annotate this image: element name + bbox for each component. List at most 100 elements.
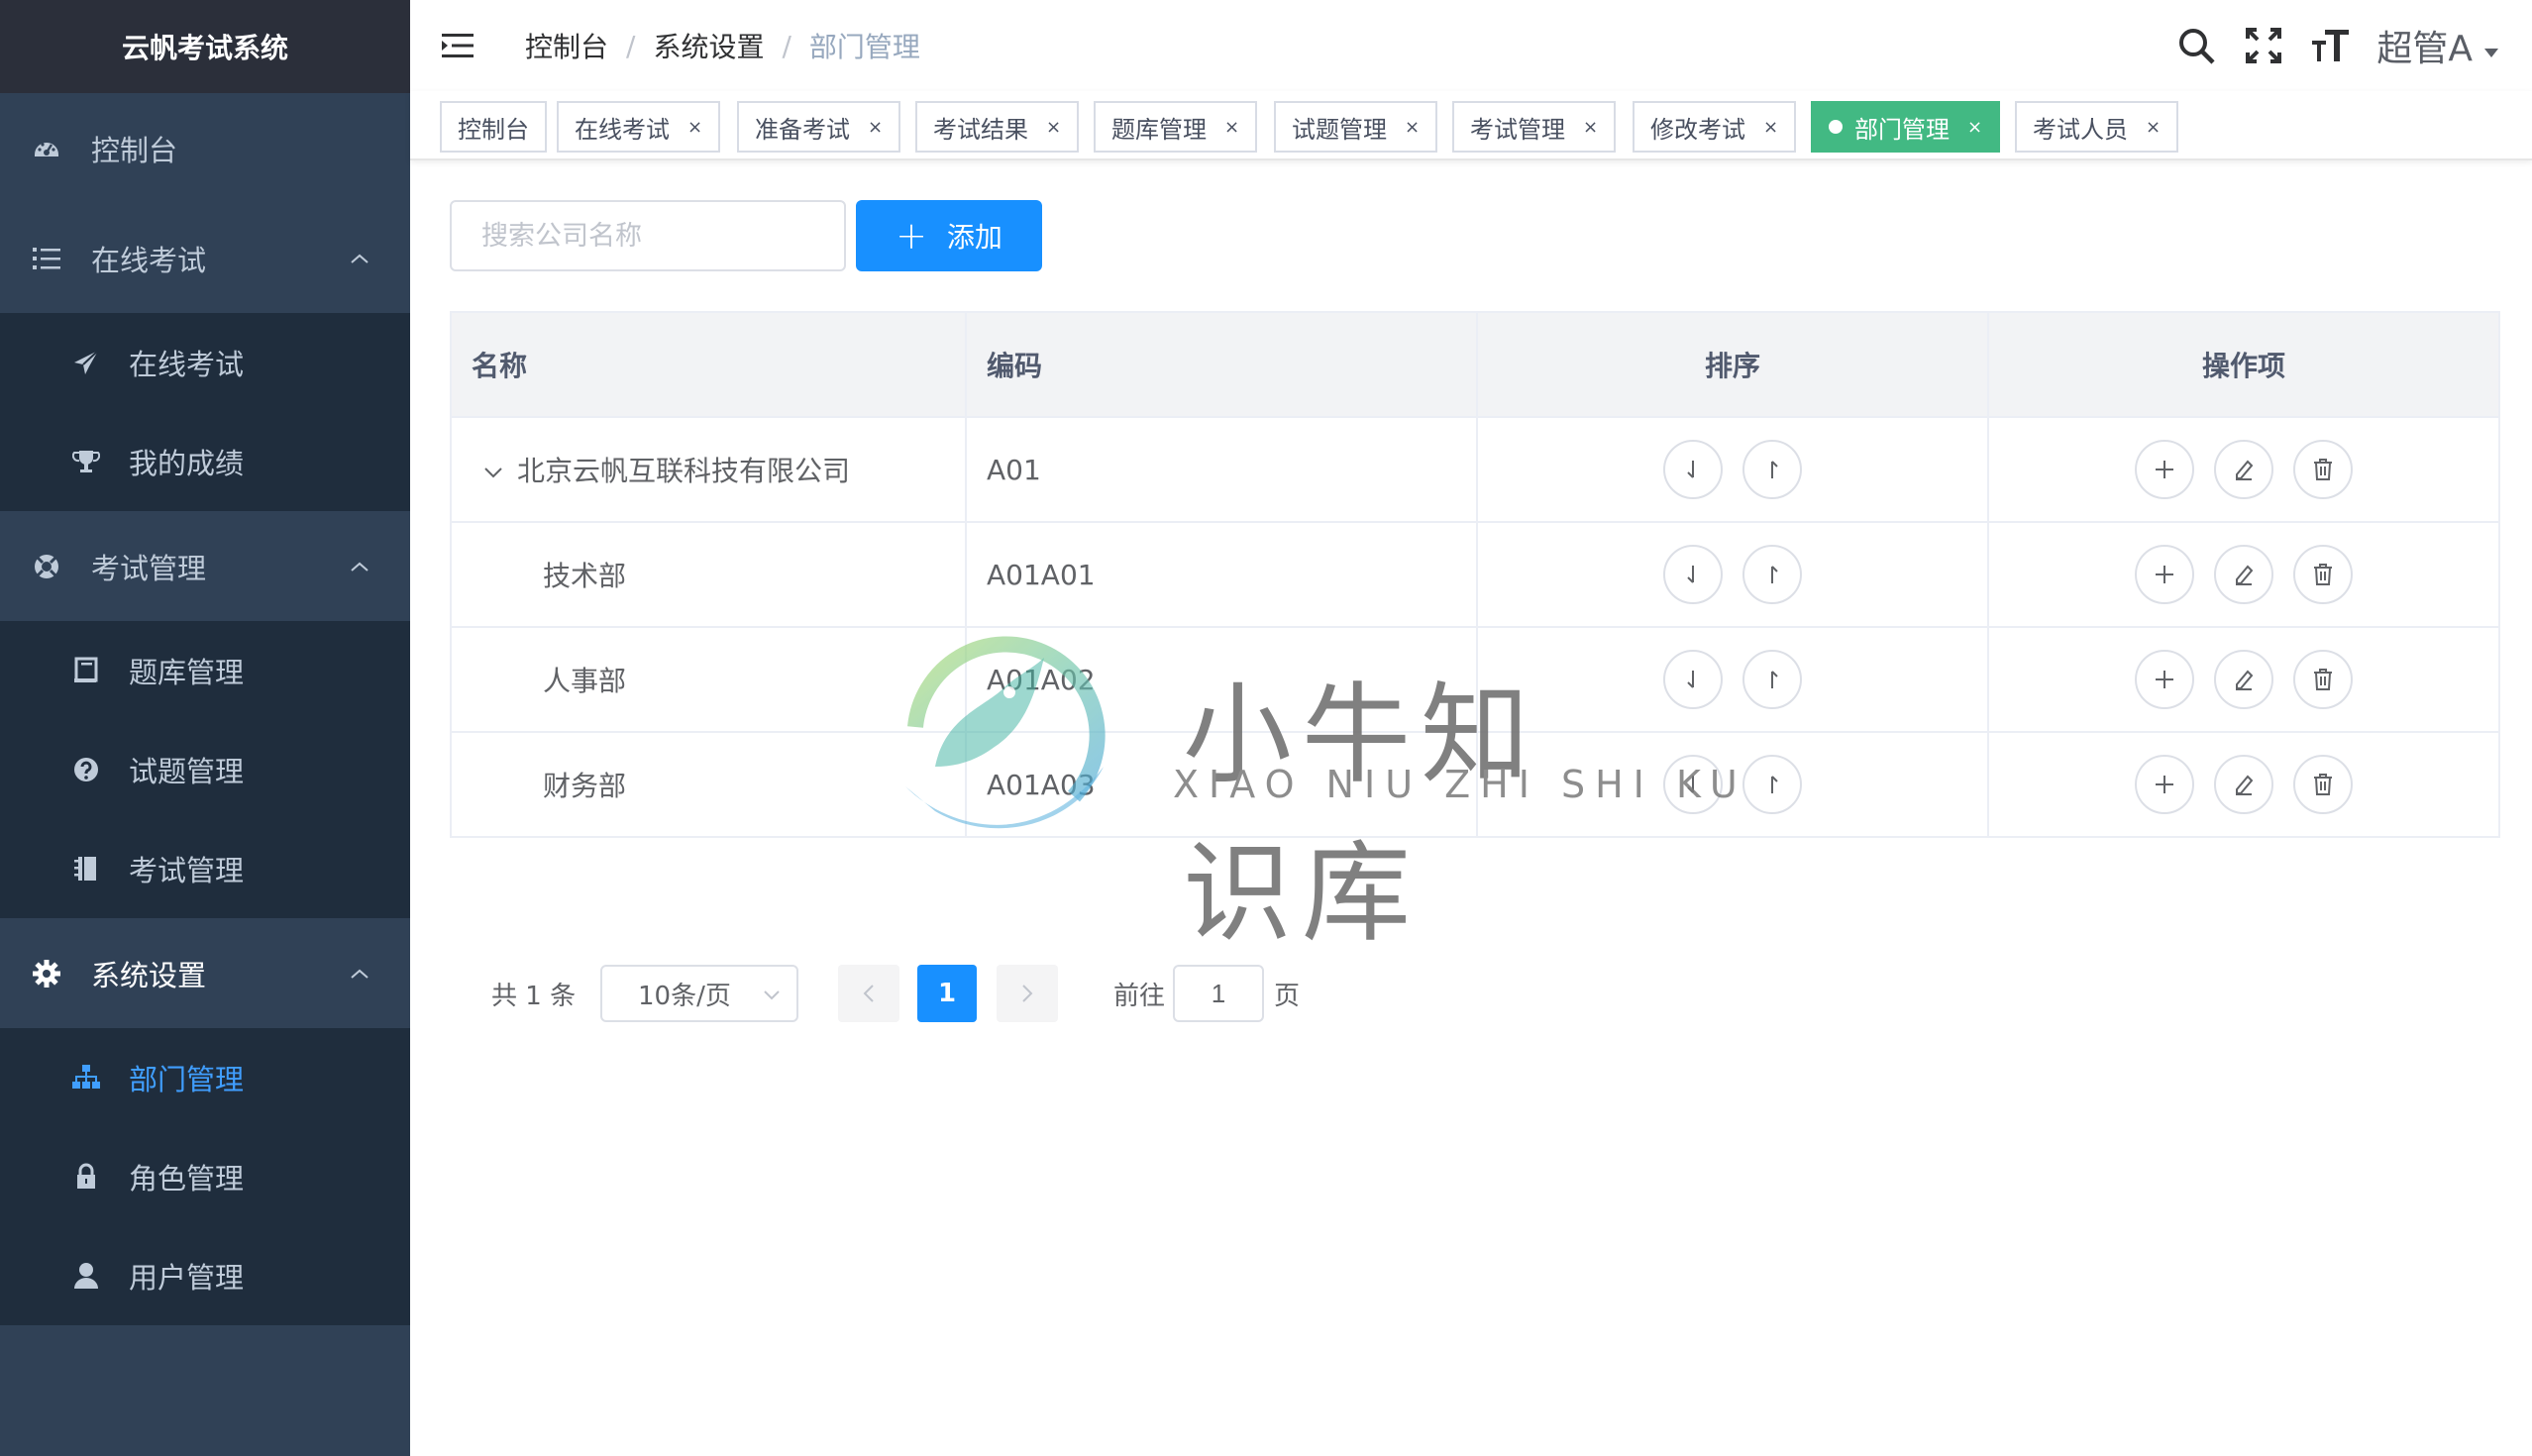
cell-sort: [1476, 416, 1989, 523]
sidebar-item-my-scores[interactable]: 我的成绩: [0, 412, 410, 511]
table-row: 北京云帆互联科技有限公司 A01: [450, 416, 2500, 523]
delete-button[interactable]: [2293, 545, 2353, 604]
tag-exam-results[interactable]: 考试结果 ×: [915, 101, 1080, 153]
cell-actions: [1987, 416, 2500, 523]
page-number-current[interactable]: 1: [917, 965, 977, 1022]
sidebar-item-label: 考试管理: [129, 854, 245, 887]
user-name: 超管A: [2376, 29, 2473, 69]
edit-button[interactable]: [2214, 440, 2273, 499]
sidebar: 云帆考试系统 控制台 在线考试 在线考试 我的成绩 考试管理 题库管理 试题管理…: [0, 0, 410, 1456]
tag-label: 控制台: [458, 115, 529, 144]
breadcrumb-item[interactable]: 系统设置: [653, 26, 764, 65]
close-icon[interactable]: ×: [1046, 117, 1061, 138]
close-icon[interactable]: ×: [1405, 117, 1420, 138]
sort-up-button[interactable]: [1742, 545, 1802, 604]
goto-page-input[interactable]: [1173, 965, 1264, 1022]
add-button[interactable]: + 添加: [856, 200, 1042, 271]
close-icon[interactable]: ×: [868, 117, 883, 138]
list-icon: [32, 244, 61, 273]
fullscreen-icon[interactable]: [2242, 24, 2285, 67]
dashboard-icon: [32, 134, 61, 163]
prev-page-button[interactable]: [838, 965, 899, 1022]
column-header-sort: 排序: [1476, 311, 1989, 418]
table-row: 技术部 A01A01: [450, 521, 2500, 628]
tag-question-bank[interactable]: 题库管理 ×: [1094, 101, 1258, 153]
sidebar-item-label: 在线考试: [91, 243, 207, 277]
column-header-name: 名称: [450, 311, 967, 418]
search-input[interactable]: [450, 200, 846, 271]
tag-questions[interactable]: 试题管理 ×: [1274, 101, 1438, 153]
close-icon[interactable]: ×: [687, 117, 702, 138]
tag-label: 准备考试: [755, 115, 850, 144]
cell-name: 北京云帆互联科技有限公司: [450, 416, 967, 523]
breadcrumb-separator: /: [626, 29, 636, 62]
sidebar-item-roles[interactable]: 角色管理: [0, 1127, 410, 1226]
tag-prepare-exam[interactable]: 准备考试 ×: [737, 101, 901, 153]
tag-label: 修改考试: [1650, 115, 1745, 144]
sidebar-item-online-exam-sub[interactable]: 在线考试: [0, 313, 410, 412]
close-icon[interactable]: ×: [1967, 117, 1982, 138]
breadcrumb: 控制台 / 系统设置 / 部门管理: [525, 26, 920, 65]
tag-exam-staff[interactable]: 考试人员 ×: [2015, 101, 2179, 153]
add-child-button[interactable]: [2135, 545, 2194, 604]
sidebar-item-label: 试题管理: [129, 755, 245, 788]
sort-up-button[interactable]: [1742, 755, 1802, 814]
breadcrumb-item[interactable]: 控制台: [525, 26, 608, 65]
sidebar-item-questions[interactable]: 试题管理: [0, 720, 410, 819]
close-icon[interactable]: ×: [1583, 117, 1598, 138]
delete-button[interactable]: [2293, 440, 2353, 499]
sidebar-item-exam-management[interactable]: 考试管理: [0, 511, 410, 621]
cell-name: 人事部: [450, 626, 967, 733]
chevron-down-icon[interactable]: [481, 461, 505, 484]
hamburger-icon[interactable]: [442, 31, 475, 60]
page-unit-label: 页: [1274, 981, 1301, 1011]
user-icon: [71, 1261, 101, 1291]
sidebar-item-exams[interactable]: 考试管理: [0, 819, 410, 918]
sidebar-item-system-settings[interactable]: 系统设置: [0, 918, 410, 1028]
chevron-up-icon: [349, 963, 370, 985]
sidebar-item-departments[interactable]: 部门管理: [0, 1028, 410, 1127]
tag-online-exam[interactable]: 在线考试 ×: [557, 101, 721, 153]
close-icon[interactable]: ×: [1224, 117, 1239, 138]
edit-button[interactable]: [2214, 650, 2273, 709]
cell-sort: [1476, 626, 1989, 733]
tag-exams[interactable]: 考试管理 ×: [1452, 101, 1617, 153]
chevron-up-icon: [349, 556, 370, 577]
sort-down-button[interactable]: [1663, 440, 1723, 499]
sort-down-button[interactable]: [1663, 545, 1723, 604]
sort-down-button[interactable]: [1663, 755, 1723, 814]
column-header-code: 编码: [965, 311, 1478, 418]
edit-button[interactable]: [2214, 545, 2273, 604]
user-menu[interactable]: 超管A: [2376, 20, 2500, 71]
font-size-icon[interactable]: [2309, 24, 2353, 67]
sort-up-button[interactable]: [1742, 650, 1802, 709]
gear-icon: [32, 959, 61, 988]
cell-actions: [1987, 731, 2500, 838]
cell-code: A01A02: [965, 626, 1478, 733]
tag-departments[interactable]: 部门管理 ×: [1811, 101, 2001, 153]
delete-button[interactable]: [2293, 650, 2353, 709]
add-child-button[interactable]: [2135, 650, 2194, 709]
page-size-select[interactable]: 10条/页: [600, 965, 798, 1022]
tag-edit-exam[interactable]: 修改考试 ×: [1633, 101, 1797, 153]
sidebar-item-dashboard[interactable]: 控制台: [0, 93, 410, 203]
add-child-button[interactable]: [2135, 440, 2194, 499]
next-page-button[interactable]: [997, 965, 1058, 1022]
table-row: 人事部 A01A02: [450, 626, 2500, 733]
tag-label: 考试管理: [1470, 115, 1565, 144]
tag-dashboard[interactable]: 控制台: [440, 101, 547, 153]
delete-button[interactable]: [2293, 755, 2353, 814]
close-icon[interactable]: ×: [1763, 117, 1778, 138]
sort-up-button[interactable]: [1742, 440, 1802, 499]
tag-label: 在线考试: [575, 115, 670, 144]
sort-down-button[interactable]: [1663, 650, 1723, 709]
tag-label: 试题管理: [1292, 115, 1387, 144]
edit-button[interactable]: [2214, 755, 2273, 814]
add-child-button[interactable]: [2135, 755, 2194, 814]
sidebar-item-question-bank[interactable]: 题库管理: [0, 621, 410, 720]
sidebar-item-online-exam[interactable]: 在线考试: [0, 203, 410, 313]
column-header-actions: 操作项: [1987, 311, 2500, 418]
close-icon[interactable]: ×: [2146, 117, 2161, 138]
search-icon[interactable]: [2174, 24, 2218, 67]
sidebar-item-users[interactable]: 用户管理: [0, 1226, 410, 1325]
